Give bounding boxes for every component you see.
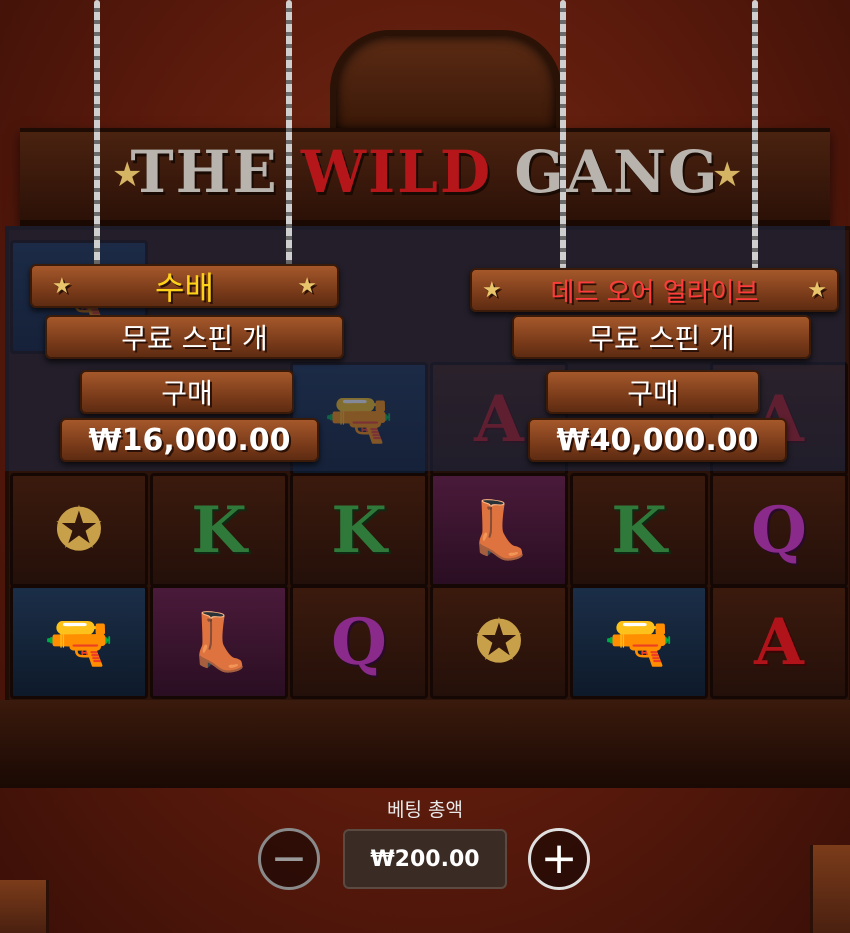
star-icon: ★ <box>807 278 827 303</box>
title-prefix: THE <box>130 138 301 206</box>
sheriff-badge-icon: ✪ <box>10 473 148 587</box>
revolver-icon: 🔫 <box>10 585 148 699</box>
chain-icon <box>94 0 100 270</box>
chain-icon <box>286 0 292 270</box>
game-title: THE WILD GANG <box>0 138 850 206</box>
buy-option-title-plank: ★ 데드 오어 얼라이브 ★ <box>470 268 839 312</box>
increase-bet-button[interactable]: + <box>528 828 590 890</box>
sheriff-badge-icon: ✪ <box>430 585 568 699</box>
reel-symbol-a: A <box>710 585 848 699</box>
star-icon: ★ <box>52 274 72 299</box>
star-icon: ★ <box>482 278 502 303</box>
free-spins-plank: 무료 스핀 개 <box>512 315 811 359</box>
buy-plank: 구매 <box>546 370 760 414</box>
chain-icon <box>752 0 758 270</box>
buy-label: 구매 <box>161 377 213 410</box>
minus-icon: − <box>270 833 308 884</box>
free-spins-label: 무료 스핀 개 <box>588 322 735 355</box>
reel-symbol-k: K <box>290 473 428 587</box>
top-sign-board <box>330 30 562 137</box>
wood-post-right <box>810 845 850 933</box>
reel-base <box>0 700 850 788</box>
title-wild: WILD <box>300 138 493 206</box>
price-plank: ₩40,000.00 <box>528 418 787 462</box>
decrease-bet-button[interactable]: − <box>258 828 320 890</box>
wood-post-left <box>0 880 49 933</box>
buy-option-title-plank: ★ 수배 ★ <box>30 264 339 308</box>
reel-symbol-k: K <box>150 473 288 587</box>
total-bet-label: 베팅 총액 <box>387 799 463 821</box>
buy-plank: 구매 <box>80 370 294 414</box>
reel-symbol-q: Q <box>710 473 848 587</box>
chain-icon <box>560 0 566 270</box>
free-spins-plank: 무료 스핀 개 <box>45 315 344 359</box>
revolver-icon: 🔫 <box>570 585 708 699</box>
boots-icon: 👢 <box>430 473 568 587</box>
buy-price: ₩40,000.00 <box>556 422 759 458</box>
free-spins-label: 무료 스핀 개 <box>121 322 268 355</box>
price-plank: ₩16,000.00 <box>60 418 319 462</box>
slot-game-scene: ★ ★ THE WILD GANG 🔫 🔫 A A ✪ K K 👢 K Q 🔫 … <box>0 0 850 933</box>
title-suffix: GANG <box>492 138 720 206</box>
reel-symbol-k: K <box>570 473 708 587</box>
buy-price: ₩16,000.00 <box>88 422 291 458</box>
buy-option-name: 수배 <box>155 269 214 307</box>
plus-icon: + <box>540 833 578 884</box>
buy-option-name: 데드 오어 얼라이브 <box>550 277 759 308</box>
total-bet-value: ₩200.00 <box>343 829 507 889</box>
buy-label: 구매 <box>627 377 679 410</box>
reel-symbol-q: Q <box>290 585 428 699</box>
boots-icon: 👢 <box>150 585 288 699</box>
star-icon: ★ <box>297 274 317 299</box>
bet-amount: ₩200.00 <box>370 846 480 872</box>
